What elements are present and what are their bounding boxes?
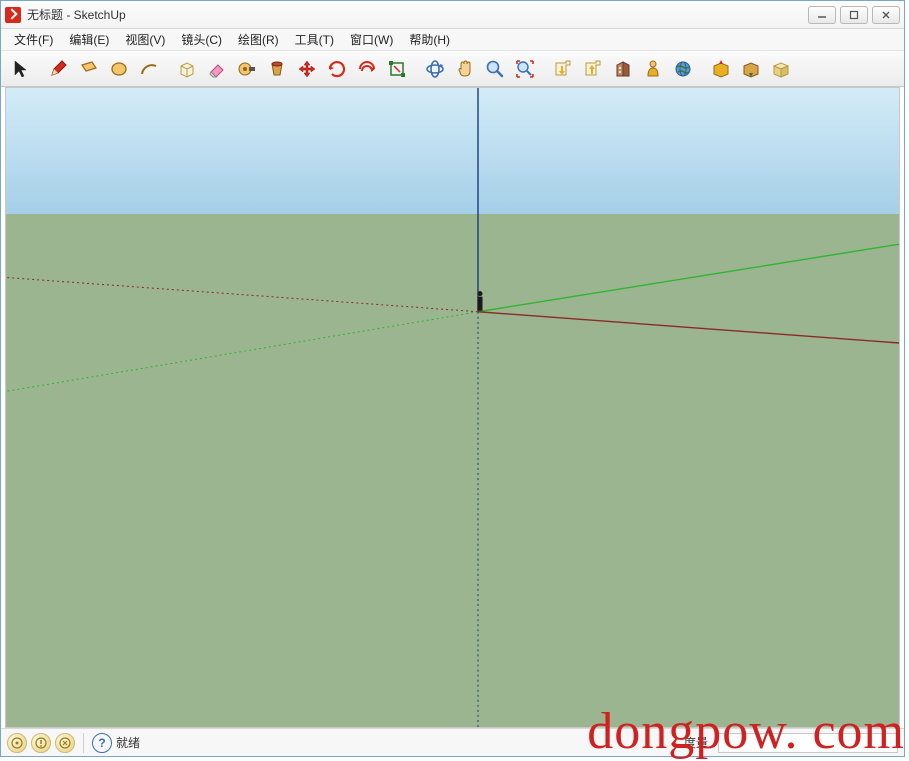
hand-icon	[454, 58, 476, 80]
sharemodel-tool[interactable]	[579, 55, 607, 83]
arc-tool[interactable]	[135, 55, 163, 83]
building-tool[interactable]	[609, 55, 637, 83]
cursor-icon	[10, 58, 32, 80]
status-separator	[83, 733, 84, 753]
orbit-tool[interactable]	[421, 55, 449, 83]
scale-tool[interactable]	[383, 55, 411, 83]
pan-tool[interactable]	[451, 55, 479, 83]
circle-icon	[108, 58, 130, 80]
ext3-icon	[770, 58, 792, 80]
help-icon[interactable]: ?	[92, 733, 112, 753]
select-tool[interactable]	[7, 55, 35, 83]
zoom-tool[interactable]	[481, 55, 509, 83]
scale-icon	[386, 58, 408, 80]
status-bar: ? 就绪 度量	[1, 728, 904, 756]
toolbar-separator	[165, 56, 171, 82]
ext1-icon	[710, 58, 732, 80]
rectangle-tool[interactable]	[75, 55, 103, 83]
pencil-tool[interactable]	[45, 55, 73, 83]
download-icon	[552, 58, 574, 80]
building-icon	[612, 58, 634, 80]
menu-5[interactable]: 工具(T)	[288, 29, 341, 50]
zoomext-icon	[514, 58, 536, 80]
paint-tool[interactable]	[263, 55, 291, 83]
getmodels-tool[interactable]	[549, 55, 577, 83]
pushpull-tool[interactable]	[173, 55, 201, 83]
minimize-button[interactable]	[808, 6, 836, 24]
ext2-icon	[740, 58, 762, 80]
hint2-button[interactable]	[31, 733, 51, 753]
circle-tool[interactable]	[105, 55, 133, 83]
rotate-icon	[326, 58, 348, 80]
eraser-icon	[206, 58, 228, 80]
menu-bar: 文件(F)编辑(E)视图(V)镜头(C)绘图(R)工具(T)窗口(W)帮助(H)	[1, 29, 904, 51]
move-tool[interactable]	[293, 55, 321, 83]
menu-7[interactable]: 帮助(H)	[402, 29, 457, 50]
measure-label: 度量	[684, 734, 708, 751]
toolbar-separator	[413, 56, 419, 82]
zoom-icon	[484, 58, 506, 80]
measure-input[interactable]	[718, 733, 898, 753]
orbit-icon	[424, 58, 446, 80]
extension2-tool[interactable]	[737, 55, 765, 83]
globe-tool[interactable]	[669, 55, 697, 83]
tape-icon	[236, 58, 258, 80]
tape-tool[interactable]	[233, 55, 261, 83]
window-title: 无标题 - SketchUp	[27, 6, 808, 23]
app-icon	[5, 7, 21, 23]
extension1-tool[interactable]	[707, 55, 735, 83]
menu-3[interactable]: 镜头(C)	[174, 29, 229, 50]
offset-icon	[356, 58, 378, 80]
globe-icon	[672, 58, 694, 80]
extension3-tool[interactable]	[767, 55, 795, 83]
menu-1[interactable]: 编辑(E)	[62, 29, 116, 50]
toolbar	[1, 51, 904, 87]
toolbar-separator	[699, 56, 705, 82]
window-controls	[808, 6, 900, 24]
rectangle-icon	[78, 58, 100, 80]
close-button[interactable]	[872, 6, 900, 24]
zoomextents-tool[interactable]	[511, 55, 539, 83]
arc-icon	[138, 58, 160, 80]
hint3-button[interactable]	[55, 733, 75, 753]
person-tool[interactable]	[639, 55, 667, 83]
status-text: 就绪	[116, 734, 140, 751]
menu-0[interactable]: 文件(F)	[7, 29, 60, 50]
box-icon	[176, 58, 198, 80]
menu-6[interactable]: 窗口(W)	[343, 29, 400, 50]
bucket-icon	[266, 58, 288, 80]
sky	[6, 88, 899, 214]
ground	[6, 214, 899, 727]
viewport[interactable]	[5, 87, 900, 728]
figure-silhouette	[478, 291, 483, 311]
menu-4[interactable]: 绘图(R)	[231, 29, 286, 50]
eraser-tool[interactable]	[203, 55, 231, 83]
toolbar-separator	[541, 56, 547, 82]
person-icon	[642, 58, 664, 80]
move-icon	[296, 58, 318, 80]
app-window: 无标题 - SketchUp 文件(F)编辑(E)视图(V)镜头(C)绘图(R)…	[0, 0, 905, 757]
offset-tool[interactable]	[353, 55, 381, 83]
rotate-tool[interactable]	[323, 55, 351, 83]
title-bar: 无标题 - SketchUp	[1, 1, 904, 29]
upload-icon	[582, 58, 604, 80]
pencil-icon	[48, 58, 70, 80]
maximize-button[interactable]	[840, 6, 868, 24]
scene-canvas[interactable]	[6, 88, 899, 727]
hint1-button[interactable]	[7, 733, 27, 753]
toolbar-separator	[37, 56, 43, 82]
menu-2[interactable]: 视图(V)	[118, 29, 172, 50]
